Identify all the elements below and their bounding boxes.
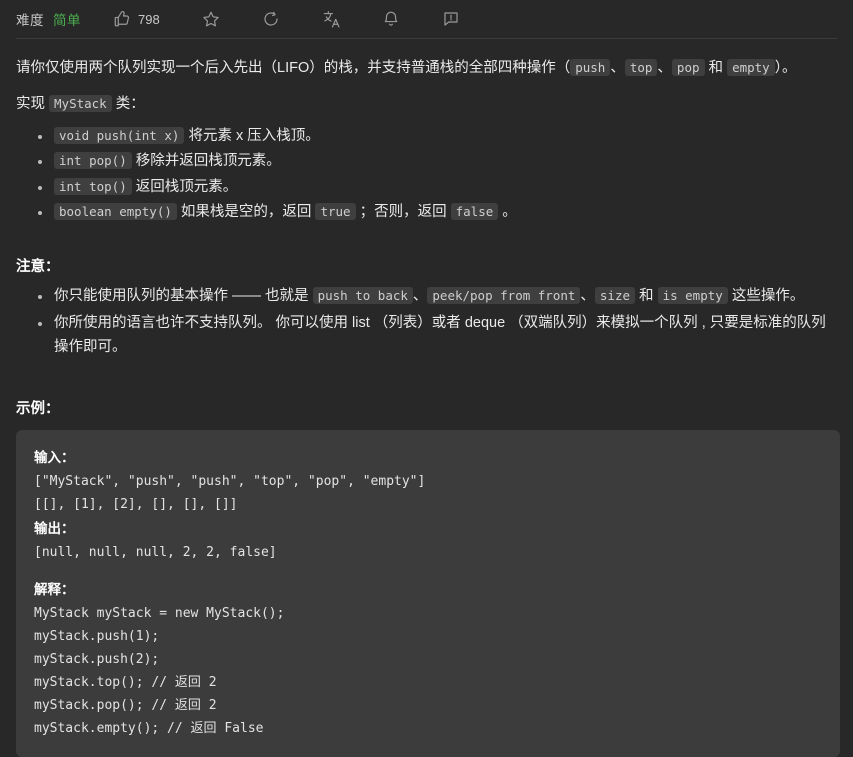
inline-code-void-push: void push(int x) bbox=[54, 126, 185, 144]
note-sep-3: 和 bbox=[635, 287, 658, 304]
problem-description: 请你仅使用两个队列实现一个后入先出（LIFO）的栈，并支持普通栈的全部四种操作（… bbox=[0, 57, 853, 757]
intro-sep-1: 、 bbox=[610, 60, 625, 76]
note-sep-2: 、 bbox=[580, 287, 595, 304]
intro-sep-2: 、 bbox=[657, 60, 672, 76]
difficulty-group: 难度 简单 bbox=[16, 9, 81, 29]
difficulty-label: 难度 bbox=[16, 13, 44, 28]
example-explain-line: myStack.top(); // 返回 2 bbox=[34, 675, 217, 691]
inline-code-peek-pop-from-front: peek/pop from front bbox=[427, 286, 581, 304]
inline-code-false: false bbox=[450, 203, 499, 221]
share-refresh-icon bbox=[262, 10, 280, 28]
inline-code-push-to-back: push to back bbox=[312, 286, 413, 304]
favorite-button[interactable] bbox=[196, 6, 226, 32]
example-code-block: 输入： ["MyStack", "push", "push", "top", "… bbox=[16, 430, 840, 757]
difficulty-value: 简单 bbox=[53, 13, 81, 28]
example-input-label: 输入： bbox=[34, 450, 75, 466]
notes-heading: 注意： bbox=[16, 258, 60, 275]
implement-suffix: 类： bbox=[111, 96, 145, 113]
feedback-button[interactable] bbox=[436, 6, 466, 32]
example-heading: 示例： bbox=[16, 401, 60, 418]
inline-code-mystack: MyStack bbox=[49, 95, 112, 113]
comment-icon bbox=[442, 10, 460, 28]
inline-code-size: size bbox=[594, 286, 636, 304]
implement-line: 实现 MyStack 类： bbox=[16, 93, 837, 115]
example-explain-line: myStack.push(2); bbox=[34, 652, 160, 667]
inline-code-int-top: int top() bbox=[54, 177, 132, 195]
translate-button[interactable] bbox=[316, 6, 346, 32]
list-item: int top() 返回栈顶元素。 bbox=[38, 176, 837, 199]
inline-code-top: top bbox=[624, 59, 658, 76]
list-item: 你所使用的语言也许不支持队列。 你可以使用 list （列表）或者 deque … bbox=[38, 312, 837, 359]
translate-icon bbox=[322, 10, 340, 28]
method-desc: 将元素 x 压入栈顶。 bbox=[184, 127, 320, 144]
inline-code-push: push bbox=[570, 59, 611, 76]
example-explain-line: myStack.empty(); // 返回 False bbox=[34, 721, 264, 737]
example-output-line: [null, null, null, 2, 2, false] bbox=[34, 544, 277, 560]
example-output-label: 输出： bbox=[34, 520, 75, 536]
share-button[interactable] bbox=[256, 6, 286, 32]
example-input-line: ["MyStack", "push", "push", "top", "pop"… bbox=[34, 474, 426, 490]
example-explain-line: myStack.push(1); bbox=[34, 628, 160, 644]
inline-code-int-pop: int pop() bbox=[54, 152, 132, 170]
code-spacer bbox=[34, 564, 840, 578]
implement-prefix: 实现 bbox=[16, 96, 50, 113]
list-item: void push(int x) 将元素 x 压入栈顶。 bbox=[38, 125, 837, 148]
example-explain-line: MyStack myStack = new MyStack(); bbox=[34, 605, 285, 621]
like-button[interactable]: 798 bbox=[107, 6, 166, 32]
notifications-button[interactable] bbox=[376, 6, 406, 32]
problem-toolbar: 难度 简单 798 bbox=[0, 0, 853, 38]
method-desc-c: 。 bbox=[498, 204, 517, 221]
intro-sep-3: 和 bbox=[704, 60, 728, 76]
inline-code-empty: empty bbox=[727, 59, 775, 76]
intro-text-1: 请你仅使用两个队列实现一个后入先出（LIFO）的栈，并支持普通栈的全部四种操作（ bbox=[16, 60, 571, 76]
star-icon bbox=[202, 10, 220, 28]
notes-list: 你只能使用队列的基本操作 —— 也就是 push to back、 peek/po… bbox=[16, 285, 837, 359]
list-item: 你只能使用队列的基本操作 —— 也就是 push to back、 peek/po… bbox=[38, 285, 837, 308]
intro-text-2: ）。 bbox=[774, 60, 797, 76]
list-item: int pop() 移除并返回栈顶元素。 bbox=[38, 150, 837, 173]
toolbar-divider bbox=[16, 38, 837, 39]
method-list: void push(int x) 将元素 x 压入栈顶。 int pop() 移… bbox=[16, 125, 837, 225]
method-desc: 返回栈顶元素。 bbox=[131, 178, 238, 195]
inline-code-pop: pop bbox=[671, 59, 705, 76]
thumbs-up-icon bbox=[113, 10, 131, 28]
example-explain-label: 解释： bbox=[34, 581, 75, 597]
inline-code-true: true bbox=[315, 203, 356, 221]
note-text-a: 你只能使用队列的基本操作 —— 也就是 bbox=[54, 287, 313, 304]
inline-code-boolean-empty: boolean empty() bbox=[54, 203, 177, 221]
method-desc-a: 如果栈是空的，返回 bbox=[176, 204, 316, 221]
bell-icon bbox=[382, 10, 400, 28]
method-desc: 移除并返回栈顶元素。 bbox=[131, 153, 281, 170]
example-input-line: [[], [1], [2], [], [], []] bbox=[34, 497, 238, 513]
like-count: 798 bbox=[138, 11, 160, 27]
example-explain-line: myStack.pop(); // 返回 2 bbox=[34, 698, 217, 714]
list-item: boolean empty() 如果栈是空的，返回 true ；否则，返回 fa… bbox=[38, 201, 837, 224]
note-text-e: 这些操作。 bbox=[727, 287, 805, 304]
inline-code-is-empty: is empty bbox=[657, 286, 728, 304]
problem-intro: 请你仅使用两个队列实现一个后入先出（LIFO）的栈，并支持普通栈的全部四种操作（… bbox=[16, 57, 837, 79]
method-desc-b: ；否则，返回 bbox=[355, 204, 451, 221]
note-sep-1: 、 bbox=[412, 287, 428, 304]
